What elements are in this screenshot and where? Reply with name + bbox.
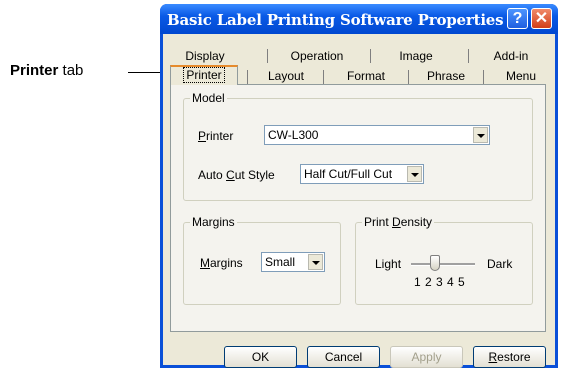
margins-label: Margins [200, 256, 243, 270]
window-title: Basic Label Printing Software Properties [167, 11, 504, 29]
model-group-title: Model [192, 91, 225, 105]
auto-cut-style-label: Auto Cut Style [198, 168, 275, 182]
tab-image[interactable]: Image [381, 48, 451, 64]
ok-button[interactable]: OK [224, 346, 297, 368]
density-slider-track[interactable] [411, 263, 475, 266]
printer-select-value: CW-L300 [268, 128, 319, 142]
density-tick-labels: 1 2 3 4 5 [414, 275, 465, 289]
dialog-client-area: Display Operation Image Add-in Printer L… [163, 34, 555, 368]
close-button[interactable]: ✕ [531, 8, 552, 29]
chevron-down-icon[interactable] [407, 166, 422, 182]
callout-text: tab [58, 62, 84, 79]
help-icon: ? [512, 10, 523, 27]
auto-cut-style-value: Half Cut/Full Cut [304, 167, 393, 181]
tab-operation[interactable]: Operation [277, 48, 357, 64]
tab-menu[interactable]: Menu [491, 68, 551, 84]
help-button[interactable]: ? [507, 8, 528, 29]
title-bar[interactable]: Basic Label Printing Software Properties… [160, 4, 558, 34]
tab-separator [267, 49, 268, 63]
printer-label: Printer [198, 129, 234, 143]
margins-select[interactable]: Small [261, 252, 325, 272]
close-icon: ✕ [534, 10, 549, 27]
printer-select[interactable]: CW-L300 [264, 125, 490, 145]
density-slider-thumb[interactable] [430, 255, 440, 271]
density-dark-label: Dark [487, 257, 513, 271]
auto-cut-style-select[interactable]: Half Cut/Full Cut [300, 164, 424, 184]
chevron-down-icon[interactable] [308, 254, 323, 270]
tab-layout[interactable]: Layout [256, 68, 316, 84]
callout-bold-text: Printer [10, 62, 59, 79]
tab-printer[interactable]: Printer [170, 65, 238, 85]
tab-phrase[interactable]: Phrase [416, 68, 476, 84]
apply-button[interactable]: Apply [390, 346, 463, 368]
tab-format[interactable]: Format [331, 68, 401, 84]
printer-tab-callout: Printer tab [10, 62, 83, 79]
model-group: Model [183, 91, 533, 201]
tab-printer-label: Printer [183, 67, 225, 83]
tab-add-in[interactable]: Add-in [481, 48, 541, 64]
tab-separator [370, 49, 371, 63]
tab-separator [408, 70, 409, 84]
properties-dialog: Basic Label Printing Software Properties… [160, 4, 558, 368]
tab-separator [247, 70, 248, 84]
tab-display[interactable]: Display [175, 48, 235, 64]
cancel-button[interactable]: Cancel [307, 346, 380, 368]
tab-separator [468, 49, 469, 63]
margins-select-value: Small [265, 255, 296, 269]
tab-separator [323, 70, 324, 84]
print-density-group-title: Print Density [364, 215, 433, 229]
tab-separator [483, 70, 484, 84]
printer-tab-page: Model Printer CW-L300 Auto Cut Style Hal… [170, 84, 546, 332]
chevron-down-icon[interactable] [473, 127, 488, 143]
density-light-label: Light [375, 257, 402, 271]
margins-group-title: Margins [192, 215, 235, 229]
restore-button[interactable]: Restore [473, 346, 546, 368]
